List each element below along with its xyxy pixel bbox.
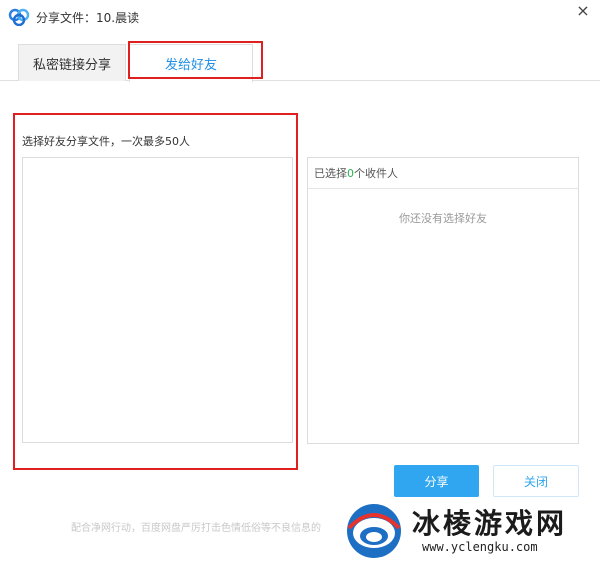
recipient-count: 0 [347,166,354,180]
friend-list[interactable] [22,157,293,443]
baidu-netdisk-cloud-icon [8,8,30,26]
watermark-logo-icon [347,504,401,558]
friend-select-hint: 选择好友分享文件，一次最多50人 [22,135,190,148]
recipient-header-prefix: 已选择 [314,167,347,180]
watermark: 冰棱游戏网 www.yclengku.com [340,492,600,571]
tab-private-link-share[interactable]: 私密链接分享 [18,44,126,81]
watermark-site-name: 冰棱游戏网 [412,507,568,540]
recipient-panel: 已选择 0 个收件人 你还没有选择好友 [307,157,579,444]
window-title: 分享文件：10.晨读 [36,11,140,25]
recipient-empty-text: 你还没有选择好友 [399,212,487,225]
footer-notice: 配合净网行动，百度网盘严厉打击色情低俗等不良信息的 [71,523,321,534]
recipient-header: 已选择 0 个收件人 [308,158,578,189]
tab-send-to-friends[interactable]: 发给好友 [129,44,253,82]
title-bar: 分享文件：10.晨读 × [0,0,600,36]
recipient-header-suffix: 个收件人 [354,167,398,180]
watermark-url: www.yclengku.com [422,540,538,554]
close-icon[interactable]: × [574,2,592,20]
tab-bar: 私密链接分享 发给好友 [0,36,600,82]
